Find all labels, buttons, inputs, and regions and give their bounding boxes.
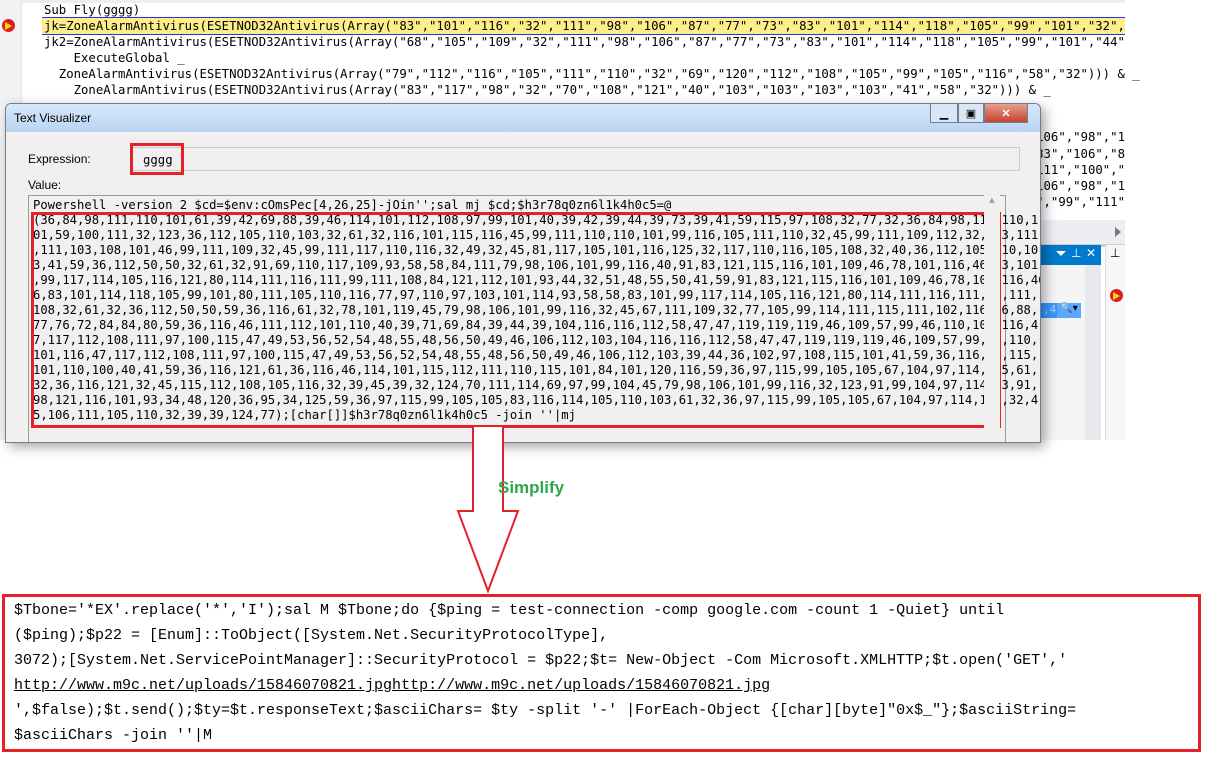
code-line[interactable]: ExecuteGlobal _ xyxy=(44,50,185,66)
dialog-title-bar[interactable]: Text Visualizer ▁ ▣ ✕ xyxy=(6,104,1040,132)
scrollbar[interactable] xyxy=(1085,265,1101,440)
dropdown-icon[interactable] xyxy=(1056,251,1066,256)
script-line: ($ping);$p22 = [Enum]::ToObject([System.… xyxy=(14,627,609,644)
watch-grid[interactable]: ,4 xyxy=(1040,265,1085,440)
simplify-label: Simplify xyxy=(498,478,565,497)
code-line[interactable]: ZoneAlarmAntivirus(ESETNOD32Antivirus(Ar… xyxy=(44,66,1140,82)
panel-title-bar[interactable]: ⊥ ✕ xyxy=(1040,245,1101,265)
breakpoint-current-icon xyxy=(1110,289,1123,302)
expression-field[interactable]: gggg xyxy=(130,147,1020,171)
scroll-right-icon[interactable] xyxy=(1115,227,1121,237)
dialog-title: Text Visualizer xyxy=(14,111,92,125)
value-textarea[interactable]: Powershell -version 2 $cd=$env:cOmsPec[4… xyxy=(28,195,1040,442)
breakpoint-column: ⊥ xyxy=(1105,245,1125,440)
script-line: $asciiChars -join ''|M xyxy=(14,727,213,744)
maximize-button[interactable]: ▣ xyxy=(958,104,984,123)
breakpoint-current-line-icon[interactable] xyxy=(2,19,15,32)
code-fragment: 1","98","106 xyxy=(1040,179,1125,193)
expression-label: Expression: xyxy=(28,152,91,166)
tab-strip xyxy=(1040,220,1125,244)
code-fragment: 1","98","106 xyxy=(1040,130,1125,144)
script-line: 3072);[System.Net.ServicePointManager]::… xyxy=(14,652,1068,669)
value-text: ,4 xyxy=(1043,303,1057,316)
pin-icon[interactable]: ⊥ xyxy=(1071,246,1081,260)
script-url-link[interactable]: http://www.m9c.net/uploads/15846070821.j… xyxy=(14,677,770,694)
script-line: ',$false);$t.send();$ty=$t.responseText;… xyxy=(14,702,1077,719)
value-line: Powershell -version 2 $cd=$env:cOmsPec[4… xyxy=(33,198,672,212)
code-line[interactable]: ZoneAlarmAntivirus(ESETNOD32Antivirus(Ar… xyxy=(44,82,1051,98)
code-line[interactable]: jk2=ZoneAlarmAntivirus(ESETNOD32Antiviru… xyxy=(44,34,1125,50)
script-line: $Tbone='*EX'.replace('*','I');sal M $Tbo… xyxy=(14,602,1005,619)
code-line[interactable]: Sub Fly(gggg) xyxy=(44,2,140,18)
down-arrow-icon xyxy=(456,425,520,594)
debug-tool-panels: ⊥ ✕ ,4 🔍▾ ⊥ xyxy=(1040,220,1213,440)
code-line-current[interactable]: jk=ZoneAlarmAntivirus(ESETNOD32Antivirus… xyxy=(42,17,1125,35)
close-icon[interactable]: ✕ xyxy=(1086,246,1096,260)
code-fragment: 8","106","83 xyxy=(1040,147,1125,161)
value-scrollbar[interactable]: ▲ xyxy=(984,195,1000,442)
editor-top-border xyxy=(22,0,1125,3)
simplified-script-box: $Tbone='*EX'.replace('*','I');sal M $Tbo… xyxy=(2,594,1201,752)
close-button[interactable]: ✕ xyxy=(984,104,1028,123)
value-label: Value: xyxy=(28,178,62,192)
scroll-up-icon[interactable]: ▲ xyxy=(988,195,997,205)
minimize-button[interactable]: ▁ xyxy=(930,104,958,123)
code-fragment: ","100","111 xyxy=(1040,163,1125,177)
text-visualizer-dialog: Text Visualizer ▁ ▣ ✕ Expression: gggg V… xyxy=(5,103,1041,443)
visualizer-magnifier-icon[interactable]: 🔍▾ xyxy=(1057,303,1081,318)
highlight-box xyxy=(130,143,184,175)
highlight-box xyxy=(31,212,1001,428)
code-fragment: "111","99","1 xyxy=(1040,195,1125,209)
pin-icon[interactable]: ⊥ xyxy=(1110,246,1120,260)
